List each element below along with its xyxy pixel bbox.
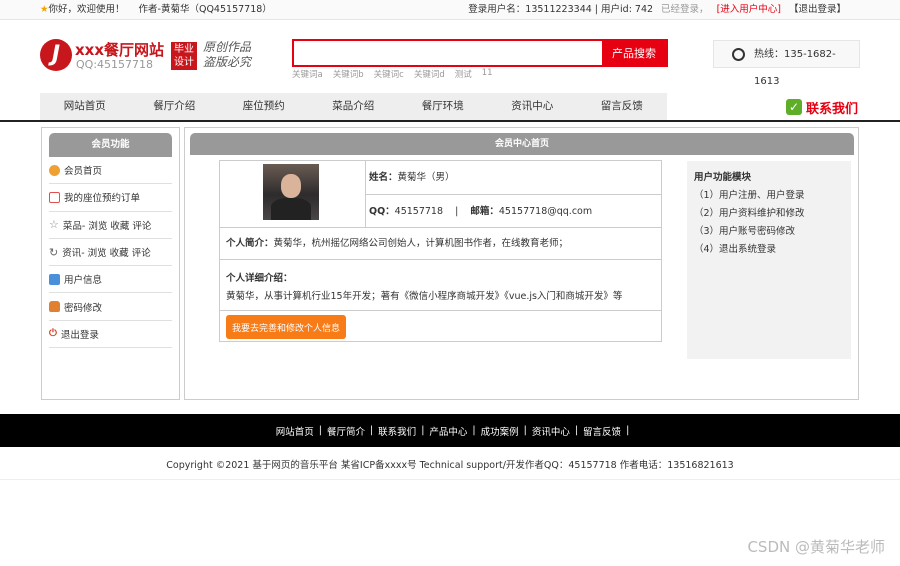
intro-row: 个人简介：黄菊华，杭州摇亿网络公司创始人，计算机图书作者，在线教育老师； bbox=[220, 228, 661, 260]
check-icon: ✓ bbox=[786, 99, 802, 115]
function-item: （4）退出系统登录 bbox=[694, 244, 777, 255]
keyword-link[interactable]: 关键词b bbox=[333, 68, 364, 80]
author-text: 作者-黄菊华（QQ45157718） bbox=[138, 4, 272, 15]
keyword-list: 关键词a 关键词b 关键词c 关键词d 测试 11 bbox=[292, 68, 493, 80]
sidebar-item-news[interactable]: ↻ 资讯- 浏览 收藏 评论 bbox=[49, 239, 172, 267]
keyword-link[interactable]: 关键词c bbox=[374, 68, 404, 80]
name-value: 黄菊华（男） bbox=[397, 172, 455, 183]
footer-link[interactable]: 餐厅简介 bbox=[322, 424, 370, 438]
sidebar-item-dishes[interactable]: ☆ 菜品- 浏览 收藏 评论 bbox=[49, 212, 172, 239]
lock-icon bbox=[49, 301, 60, 313]
footer-divider bbox=[0, 479, 900, 480]
power-icon: ⏻ bbox=[49, 328, 57, 340]
footer-link[interactable]: 产品中心 bbox=[424, 424, 472, 438]
logo-title: xxx餐厅网站 bbox=[75, 41, 165, 59]
login-status: 已经登录， bbox=[661, 4, 709, 15]
keyword-link[interactable]: 关键词a bbox=[292, 68, 323, 80]
sidebar-item-logout[interactable]: ⏻ 退出登录 bbox=[49, 321, 172, 349]
edit-icon bbox=[49, 191, 60, 203]
nav-item-reservation[interactable]: 座位预约 bbox=[219, 93, 309, 120]
keyword-link[interactable]: 关键词d bbox=[414, 68, 445, 80]
sidebar-item-userinfo[interactable]: 用户信息 bbox=[49, 266, 172, 294]
sidebar-title: 会员功能 bbox=[49, 133, 172, 157]
site-logo[interactable]: J xxx餐厅网站 QQ:45157718 bbox=[40, 39, 164, 75]
footer-link[interactable]: 联系我们 bbox=[373, 424, 421, 438]
avatar bbox=[263, 164, 319, 220]
member-main: 会员中心首页 姓名：黄菊华（男） QQ：45157718 | 邮箱：451577… bbox=[184, 127, 859, 400]
function-item: （1）用户注册、用户登录 bbox=[694, 190, 805, 201]
main-title: 会员中心首页 bbox=[190, 133, 854, 155]
search-input[interactable] bbox=[294, 41, 602, 65]
qq-value: 45157718 bbox=[394, 205, 444, 217]
footer-link[interactable]: 成功案例 bbox=[476, 424, 524, 438]
doc-icon bbox=[49, 273, 60, 285]
nav-item-about[interactable]: 餐厅介绍 bbox=[129, 93, 219, 120]
function-module-box: 用户功能模块 （1）用户注册、用户登录 （2）用户资料维护和修改 （3）用户账号… bbox=[687, 161, 851, 359]
logo-icon: J bbox=[40, 39, 72, 71]
nav-item-news[interactable]: 资讯中心 bbox=[487, 93, 577, 120]
footer-link[interactable]: 网站首页 bbox=[271, 424, 319, 438]
hotline-box: 热线：135-1682-1613 bbox=[713, 40, 860, 87]
detail-value: 黄菊华，从事计算机行业15年开发；著有《微信小程序商城开发》《vue.js入门和… bbox=[226, 291, 623, 302]
home-icon bbox=[49, 164, 60, 176]
function-item: （2）用户资料维护和修改 bbox=[694, 208, 805, 219]
main-nav: 网站首页 餐厅介绍 座位预约 菜品介绍 餐厅环境 资讯中心 留言反馈 bbox=[40, 93, 667, 120]
sidebar-item-home[interactable]: 会员首页 bbox=[49, 157, 172, 185]
hotline-text: 热线：135-1682-1613 bbox=[754, 49, 836, 87]
watermark: CSDN @黄菊华老师 bbox=[747, 538, 885, 556]
user-center-link[interactable]: [进入用户中心] bbox=[717, 0, 781, 19]
contact-us-link[interactable]: ✓ 联系我们 bbox=[786, 97, 858, 117]
function-module-title: 用户功能模块 bbox=[694, 172, 752, 183]
nav-item-feedback[interactable]: 留言反馈 bbox=[577, 93, 667, 120]
contact-row: QQ：45157718 | 邮箱：45157718@qq.com bbox=[366, 195, 662, 228]
refresh-icon: ↻ bbox=[49, 245, 59, 259]
detail-row: 个人详细介绍： 黄菊华，从事计算机行业15年开发；著有《微信小程序商城开发》《v… bbox=[220, 260, 661, 311]
top-bar: ★你好，欢迎使用！ 作者-黄菊华（QQ45157718） 登录用户名：13511… bbox=[0, 0, 900, 20]
search-button[interactable]: 产品搜索 bbox=[602, 41, 666, 65]
keyword-link[interactable]: 测试 bbox=[455, 68, 472, 80]
graduation-badge: 毕业 设计 bbox=[171, 42, 197, 70]
sidebar-item-password[interactable]: 密码修改 bbox=[49, 293, 172, 321]
logout-link[interactable]: 【退出登录】 bbox=[789, 0, 846, 19]
profile-table: 姓名：黄菊华（男） QQ：45157718 | 邮箱：45157718@qq.c… bbox=[219, 160, 662, 342]
nav-divider bbox=[0, 120, 900, 122]
login-user-text: 登录用户名：13511223344 | 用户id: 742 bbox=[468, 4, 654, 15]
nav-item-environment[interactable]: 餐厅环境 bbox=[398, 93, 488, 120]
footer-nav: 网站首页 | 餐厅简介 | 联系我们 | 产品中心 | 成功案例 | 资讯中心 | 留言反馈… bbox=[0, 414, 900, 447]
welcome-text: ★你好，欢迎使用！ bbox=[40, 4, 125, 15]
footer-link[interactable]: 资讯中心 bbox=[527, 424, 575, 438]
logo-qq: QQ:45157718 bbox=[76, 58, 154, 71]
intro-value: 黄菊华，杭州摇亿网络公司创始人，计算机图书作者，在线教育老师； bbox=[273, 238, 569, 249]
function-item: （3）用户账号密码修改 bbox=[694, 226, 796, 237]
member-sidebar: 会员功能 会员首页 我的座位预约订单 ☆ 菜品- 浏览 收藏 评论 ↻ 资讯- … bbox=[41, 127, 180, 400]
edit-profile-button[interactable]: 我要去完善和修改个人信息 bbox=[226, 315, 347, 339]
star-icon: ☆ bbox=[49, 218, 59, 232]
headset-icon bbox=[732, 48, 745, 61]
copyright-text: Copyright ©2021 基于网页的音乐平台 某省ICP备xxxx号 Te… bbox=[166, 460, 734, 471]
email-value: 45157718@qq.com bbox=[498, 205, 593, 217]
footer-link[interactable]: 留言反馈 bbox=[578, 424, 626, 438]
nav-item-dishes[interactable]: 菜品介绍 bbox=[308, 93, 398, 120]
keyword-link[interactable]: 11 bbox=[482, 68, 493, 80]
sidebar-item-orders[interactable]: 我的座位预约订单 bbox=[49, 184, 172, 212]
slogan: 原创作品 盗版必究 bbox=[203, 40, 252, 69]
name-row: 姓名：黄菊华（男） bbox=[366, 161, 662, 195]
search-bar: 产品搜索 bbox=[292, 39, 668, 67]
star-icon: ★ bbox=[40, 4, 49, 15]
nav-item-home[interactable]: 网站首页 bbox=[40, 93, 130, 120]
contact-us-label: 联系我们 bbox=[806, 101, 859, 117]
